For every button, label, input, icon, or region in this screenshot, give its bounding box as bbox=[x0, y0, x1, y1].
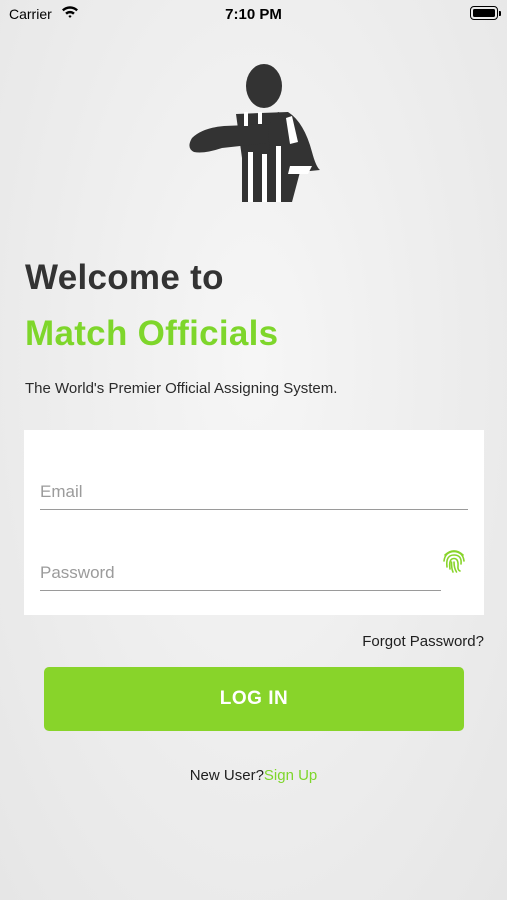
status-time: 7:10 PM bbox=[225, 6, 282, 23]
tagline: The World's Premier Official Assigning S… bbox=[25, 380, 338, 397]
signup-row: New User?Sign Up bbox=[0, 767, 507, 784]
forgot-password-link[interactable]: Forgot Password? bbox=[362, 633, 484, 650]
password-field[interactable] bbox=[40, 555, 441, 591]
battery-nub bbox=[499, 11, 501, 16]
status-bar: Carrier 7:10 PM bbox=[0, 0, 507, 28]
welcome-heading: Welcome to bbox=[25, 258, 224, 297]
battery-fill bbox=[473, 9, 495, 17]
fingerprint-icon[interactable] bbox=[440, 546, 468, 574]
referee-icon bbox=[184, 62, 324, 207]
login-card bbox=[24, 430, 484, 615]
login-button[interactable]: LOG IN bbox=[44, 667, 464, 731]
signup-link[interactable]: Sign Up bbox=[264, 767, 317, 784]
battery-icon bbox=[470, 6, 501, 20]
new-user-label: New User? bbox=[189, 767, 264, 784]
brand-title: Match Officials bbox=[25, 314, 279, 353]
email-field[interactable] bbox=[40, 474, 468, 510]
